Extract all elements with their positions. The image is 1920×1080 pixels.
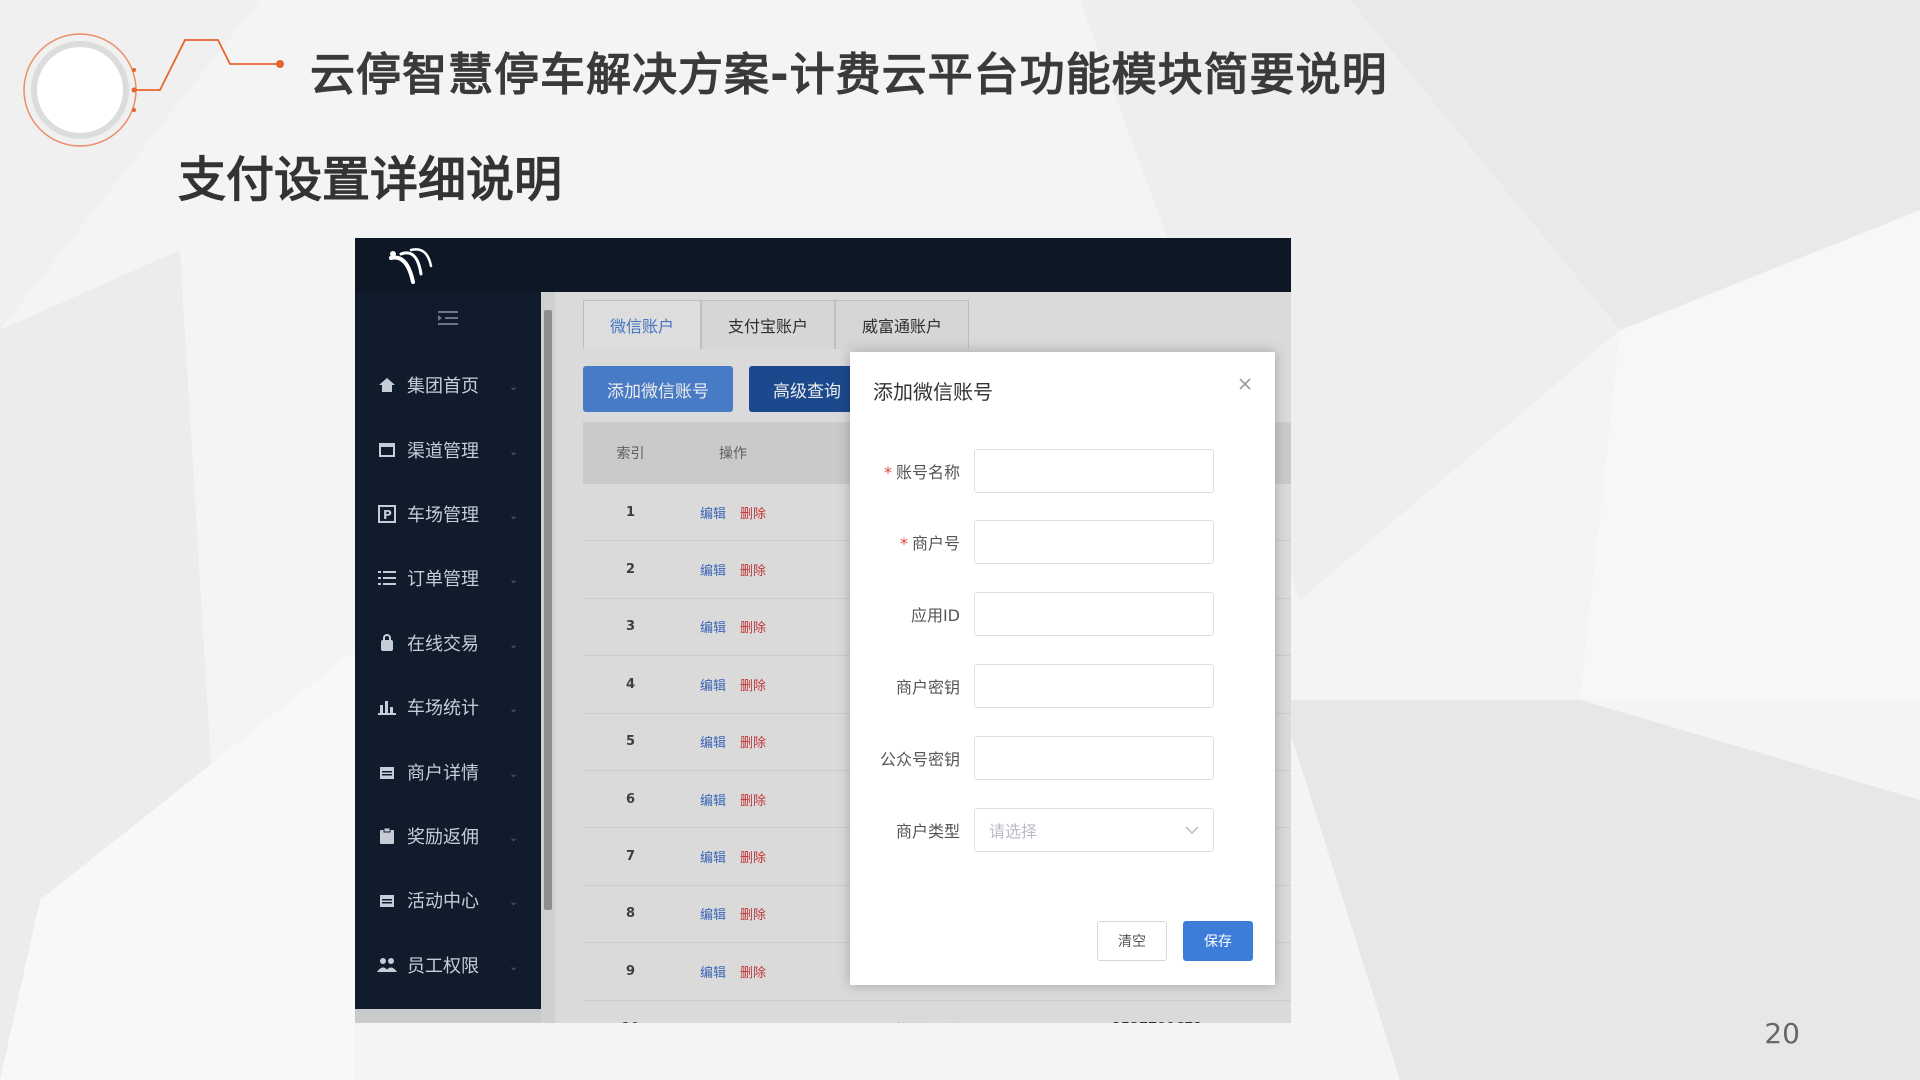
account-name-input[interactable] — [974, 449, 1214, 493]
chevron-down-icon: ⌄ — [509, 702, 519, 716]
sidebar-item-parking[interactable]: P 车场管理 ⌄ — [355, 482, 541, 546]
chevron-down-icon: ⌄ — [509, 766, 519, 780]
sidebar-item-label: 集团首页 — [407, 376, 479, 398]
form-row-official-account-key: 公众号密钥 — [850, 735, 1275, 781]
merchant-key-input[interactable] — [974, 664, 1214, 708]
sidebar-item-online-trade[interactable]: 在线交易 ⌄ — [355, 611, 541, 675]
chevron-down-icon: ⌄ — [509, 573, 519, 587]
chevron-down-icon: ⌄ — [509, 830, 519, 844]
svg-text:P: P — [383, 508, 392, 522]
official-account-key-input[interactable] — [974, 736, 1214, 780]
clear-button[interactable]: 清空 — [1097, 921, 1167, 961]
required-marker: * — [883, 463, 892, 482]
dialog-footer: 清空 保存 — [1097, 921, 1253, 961]
list-icon — [377, 568, 397, 588]
sidebar-item-label: 商户详情 — [407, 762, 479, 784]
chevron-down-icon: ⌄ — [509, 444, 519, 458]
slide-title: 云停智慧停车解决方案-计费云平台功能模块简要说明 — [310, 48, 1388, 101]
window-icon — [377, 440, 397, 460]
save-button[interactable]: 保存 — [1183, 921, 1253, 961]
official-account-key-label: 公众号密钥 — [879, 750, 960, 769]
merchant-id-input[interactable] — [974, 520, 1214, 564]
sidebar-item-staff[interactable]: 员工权限 ⌄ — [355, 933, 541, 997]
home-icon — [377, 375, 397, 395]
sidebar-item-label: 渠道管理 — [407, 440, 479, 462]
form-row-app-id: 应用ID — [850, 591, 1275, 637]
sidebar-item-label: 车场统计 — [407, 698, 479, 720]
form-row-merchant-type: 商户类型 请选择 — [850, 807, 1275, 853]
required-marker: * — [899, 534, 908, 553]
form-row-account-name: * 账号名称 — [850, 448, 1275, 494]
sidebar-item-channel[interactable]: 渠道管理 ⌄ — [355, 417, 541, 481]
sidebar-item-rewards[interactable]: 奖励返佣 ⌄ — [355, 804, 541, 868]
sidebar-item-stats[interactable]: 车场统计 ⌄ — [355, 675, 541, 739]
users-icon — [377, 955, 397, 975]
bag-icon — [377, 633, 397, 653]
dialog-title: 添加微信账号 — [873, 380, 993, 404]
app-id-input[interactable] — [974, 592, 1214, 636]
chevron-down-icon — [1185, 826, 1199, 834]
add-wechat-account-dialog: 添加微信账号 *账号名称 *商户号 应用ID 商户密钥 公众号密钥 商户类型 — [850, 352, 1275, 985]
merchant-id-label: * 商户号 — [899, 534, 960, 553]
chevron-down-icon: ⌄ — [509, 959, 519, 973]
sidebar-item-group-home[interactable]: 集团首页 ⌄ — [355, 353, 541, 417]
bar-chart-icon — [377, 697, 397, 717]
menu-collapse-icon[interactable] — [438, 310, 458, 326]
sidebar-item-label: 车场管理 — [407, 504, 479, 526]
decorative-circle-logo — [23, 33, 284, 147]
form-row-merchant-id: * 商户号 — [850, 519, 1275, 565]
sidebar-item-merchant[interactable]: 商户详情 ⌄ — [355, 739, 541, 803]
chevron-down-icon: ⌄ — [509, 380, 519, 394]
sidebar-menu: 集团首页 ⌄ 渠道管理 ⌄ P 车场管理 ⌄ 订单管理 ⌄ 在线交易 ⌄ 车场统… — [355, 353, 541, 997]
merchant-key-label: 商户密钥 — [895, 678, 960, 697]
sidebar-item-orders[interactable]: 订单管理 ⌄ — [355, 546, 541, 610]
sidebar-item-activity[interactable]: 活动中心 ⌄ — [355, 868, 541, 932]
vertical-scrollbar[interactable] — [541, 292, 555, 1023]
chevron-down-icon: ⌄ — [509, 637, 519, 651]
sidebar-item-label: 在线交易 — [407, 633, 479, 655]
page-number: 20 — [1764, 1017, 1800, 1050]
sidebar: 集团首页 ⌄ 渠道管理 ⌄ P 车场管理 ⌄ 订单管理 ⌄ 在线交易 ⌄ 车场统… — [355, 292, 541, 1023]
merchant-type-select[interactable]: 请选择 — [974, 808, 1214, 852]
chevron-down-icon: ⌄ — [509, 508, 519, 522]
app-screenshot: 集团首页 ⌄ 渠道管理 ⌄ P 车场管理 ⌄ 订单管理 ⌄ 在线交易 ⌄ 车场统… — [355, 238, 1291, 1023]
close-icon[interactable] — [1235, 374, 1255, 394]
app-id-label: 应用ID — [910, 606, 960, 625]
select-placeholder: 请选择 — [989, 822, 1038, 841]
app-topbar — [355, 238, 1291, 292]
brand-logo-icon — [389, 248, 433, 284]
scrollbar-thumb[interactable] — [544, 310, 552, 910]
merchant-type-label: 商户类型 — [895, 822, 960, 841]
clipboard-icon — [377, 826, 397, 846]
sidebar-item-label: 奖励返佣 — [407, 826, 479, 848]
sidebar-item-label: 订单管理 — [407, 569, 479, 591]
account-name-label: * 账号名称 — [883, 463, 960, 482]
sidebar-item-label: 员工权限 — [407, 955, 479, 977]
chevron-down-icon: ⌄ — [509, 895, 519, 909]
sidebar-item-label: 活动中心 — [407, 891, 479, 913]
calendar-icon — [377, 890, 397, 910]
horizontal-scrollbar[interactable] — [355, 1009, 541, 1023]
calendar-icon — [377, 762, 397, 782]
parking-icon: P — [377, 504, 397, 524]
form-row-merchant-key: 商户密钥 — [850, 663, 1275, 709]
